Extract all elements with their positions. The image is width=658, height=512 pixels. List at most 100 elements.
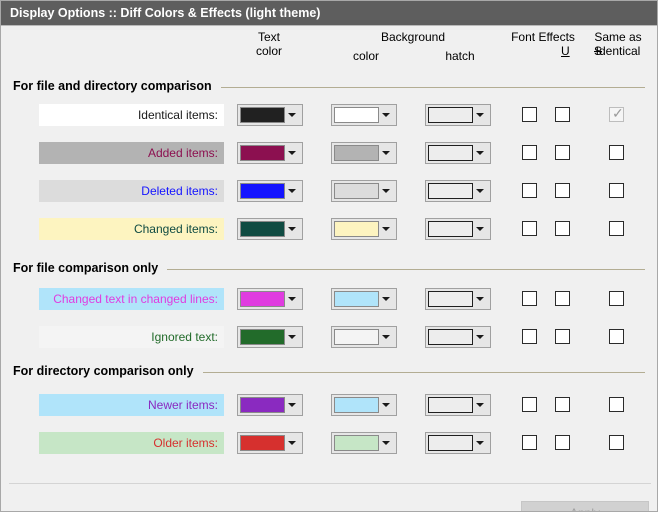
section-title: For file and directory comparison bbox=[13, 79, 212, 93]
underline-checkbox[interactable] bbox=[522, 183, 537, 198]
background-color-picker[interactable] bbox=[331, 218, 397, 240]
underline-checkbox[interactable] bbox=[522, 291, 537, 306]
chevron-down-icon[interactable] bbox=[473, 434, 488, 452]
background-color-picker[interactable] bbox=[331, 180, 397, 202]
chevron-down-icon[interactable] bbox=[285, 106, 300, 124]
background-hatch-picker[interactable] bbox=[425, 104, 491, 126]
background-color-picker[interactable] bbox=[331, 326, 397, 348]
same-as-identical-checkbox[interactable] bbox=[609, 397, 624, 412]
underline-checkbox[interactable] bbox=[522, 435, 537, 450]
background-color-picker-swatch bbox=[334, 145, 379, 161]
option-row: Added items: bbox=[1, 142, 658, 168]
chevron-down-icon[interactable] bbox=[473, 182, 488, 200]
underline-checkbox[interactable] bbox=[522, 221, 537, 236]
text-color-line2: color bbox=[233, 44, 305, 58]
chevron-down-icon[interactable] bbox=[379, 396, 394, 414]
background-hatch-picker[interactable] bbox=[425, 432, 491, 454]
strikethrough-checkbox[interactable] bbox=[555, 397, 570, 412]
text-color-picker[interactable] bbox=[237, 432, 303, 454]
font-effects-label: Font Effects bbox=[498, 30, 588, 44]
background-hatch-picker[interactable] bbox=[425, 218, 491, 240]
background-color-picker[interactable] bbox=[331, 104, 397, 126]
chevron-down-icon[interactable] bbox=[285, 144, 300, 162]
background-hatch-picker-swatch bbox=[428, 435, 473, 451]
chevron-down-icon[interactable] bbox=[473, 396, 488, 414]
strikethrough-checkbox[interactable] bbox=[555, 107, 570, 122]
row-label-preview: Added items: bbox=[39, 142, 224, 164]
apply-button[interactable]: Apply bbox=[521, 501, 649, 512]
underline-checkbox[interactable] bbox=[522, 397, 537, 412]
column-header-text-color: Text color bbox=[233, 30, 305, 58]
text-color-picker-swatch bbox=[240, 145, 285, 161]
chevron-down-icon[interactable] bbox=[285, 434, 300, 452]
chevron-down-icon[interactable] bbox=[473, 328, 488, 346]
underline-column-label: U bbox=[561, 44, 570, 58]
same-as-identical-checkbox[interactable] bbox=[609, 291, 624, 306]
option-row: Newer items: bbox=[1, 394, 658, 420]
chevron-down-glyph bbox=[382, 297, 390, 301]
same-as-line1: Same as bbox=[579, 30, 657, 44]
underline-checkbox[interactable] bbox=[522, 329, 537, 344]
chevron-down-icon[interactable] bbox=[285, 396, 300, 414]
strikethrough-checkbox[interactable] bbox=[555, 221, 570, 236]
background-color-picker[interactable] bbox=[331, 394, 397, 416]
text-color-picker[interactable] bbox=[237, 180, 303, 202]
chevron-down-icon[interactable] bbox=[285, 182, 300, 200]
column-header-same-as-identical: Same as Identical bbox=[579, 30, 657, 58]
text-color-picker[interactable] bbox=[237, 394, 303, 416]
same-as-identical-checkbox[interactable] bbox=[609, 435, 624, 450]
chevron-down-glyph bbox=[382, 227, 390, 231]
background-color-picker[interactable] bbox=[331, 432, 397, 454]
chevron-down-icon[interactable] bbox=[473, 220, 488, 238]
text-color-picker[interactable] bbox=[237, 218, 303, 240]
strikethrough-checkbox[interactable] bbox=[555, 291, 570, 306]
chevron-down-icon[interactable] bbox=[379, 328, 394, 346]
background-color-picker[interactable] bbox=[331, 288, 397, 310]
chevron-down-icon[interactable] bbox=[379, 220, 394, 238]
same-as-identical-checkbox[interactable] bbox=[609, 329, 624, 344]
same-as-identical-checkbox[interactable] bbox=[609, 221, 624, 236]
section-title: For directory comparison only bbox=[13, 364, 194, 378]
background-color-picker-swatch bbox=[334, 291, 379, 307]
background-color-picker[interactable] bbox=[331, 142, 397, 164]
text-color-picker[interactable] bbox=[237, 142, 303, 164]
chevron-down-icon[interactable] bbox=[473, 106, 488, 124]
strikethrough-checkbox[interactable] bbox=[555, 183, 570, 198]
chevron-down-glyph bbox=[382, 151, 390, 155]
chevron-down-icon[interactable] bbox=[285, 290, 300, 308]
text-color-picker[interactable] bbox=[237, 104, 303, 126]
background-hatch-picker-swatch bbox=[428, 291, 473, 307]
text-color-picker[interactable] bbox=[237, 326, 303, 348]
chevron-down-glyph bbox=[476, 227, 484, 231]
chevron-down-icon[interactable] bbox=[379, 290, 394, 308]
background-color-label: color bbox=[319, 49, 413, 63]
chevron-down-icon[interactable] bbox=[285, 328, 300, 346]
chevron-down-icon[interactable] bbox=[379, 106, 394, 124]
background-color-picker-swatch bbox=[334, 397, 379, 413]
background-hatch-picker[interactable] bbox=[425, 288, 491, 310]
chevron-down-icon[interactable] bbox=[473, 144, 488, 162]
chevron-down-icon[interactable] bbox=[379, 434, 394, 452]
chevron-down-icon[interactable] bbox=[379, 182, 394, 200]
background-hatch-picker[interactable] bbox=[425, 142, 491, 164]
background-hatch-picker[interactable] bbox=[425, 326, 491, 348]
underline-checkbox[interactable] bbox=[522, 107, 537, 122]
strikethrough-checkbox[interactable] bbox=[555, 145, 570, 160]
chevron-down-icon[interactable] bbox=[379, 144, 394, 162]
column-header-font-effects: Font Effects U S bbox=[498, 30, 588, 44]
background-hatch-picker[interactable] bbox=[425, 180, 491, 202]
chevron-down-icon[interactable] bbox=[285, 220, 300, 238]
section-header-1: For file and directory comparison bbox=[13, 78, 647, 94]
row-label-preview: Newer items: bbox=[39, 394, 224, 416]
text-color-picker[interactable] bbox=[237, 288, 303, 310]
chevron-down-icon[interactable] bbox=[473, 290, 488, 308]
background-hatch-picker[interactable] bbox=[425, 394, 491, 416]
chevron-down-glyph bbox=[382, 441, 390, 445]
strikethrough-checkbox[interactable] bbox=[555, 329, 570, 344]
option-row: Older items: bbox=[1, 432, 658, 458]
chevron-down-glyph bbox=[288, 441, 296, 445]
same-as-identical-checkbox[interactable] bbox=[609, 183, 624, 198]
same-as-identical-checkbox[interactable] bbox=[609, 145, 624, 160]
strikethrough-checkbox[interactable] bbox=[555, 435, 570, 450]
underline-checkbox[interactable] bbox=[522, 145, 537, 160]
